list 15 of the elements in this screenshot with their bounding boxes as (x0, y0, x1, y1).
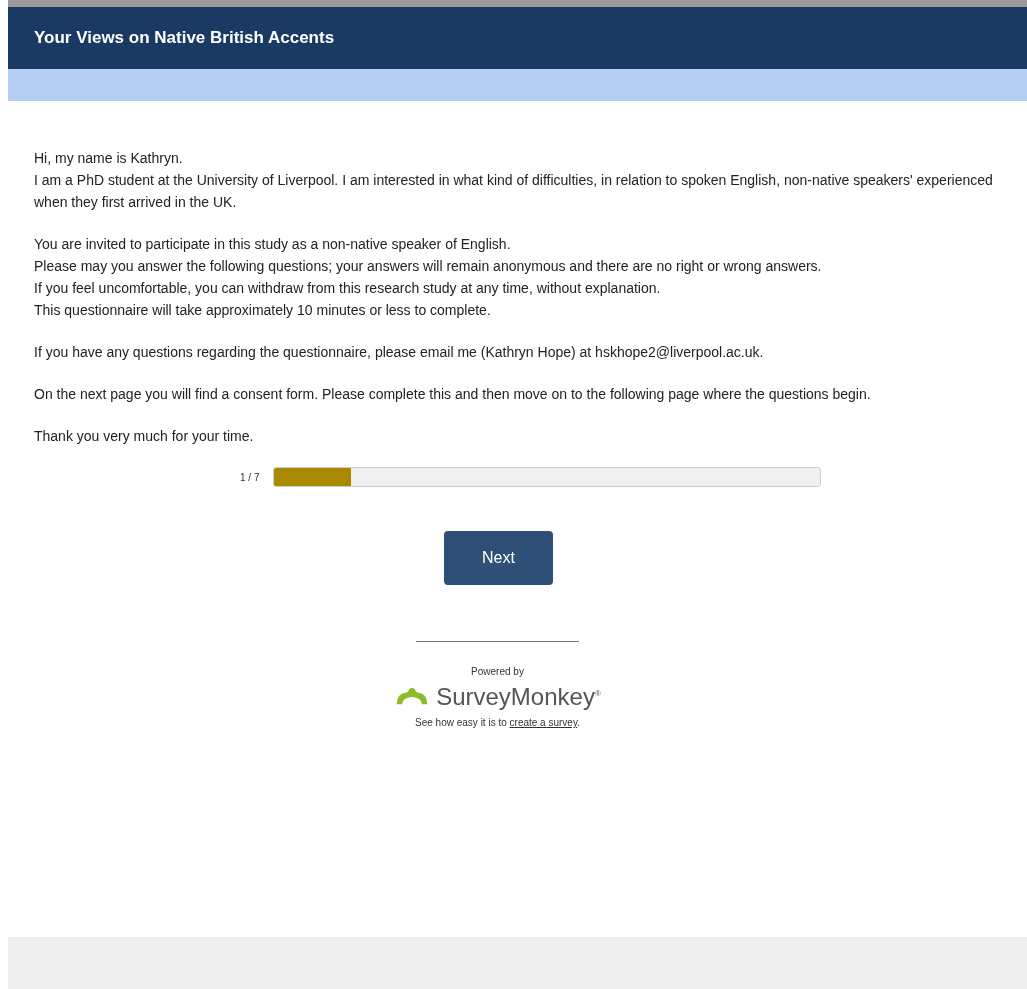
next-button[interactable]: Next (444, 531, 553, 585)
intro-text: If you feel uncomfortable, you can withdraw from this research study at any time, without explanation. (34, 279, 662, 298)
powered-by-text: Powered by (471, 666, 524, 677)
progress-label: 1 / 7 (240, 471, 260, 483)
intro-text: I am a PhD student at the University of Liverpool. I am interested in what kind of difficulties, in relation to spoken English, non-native speakers' experienced when they first arrived in the UK. (34, 171, 994, 212)
intro-text: This questionnaire will take approximately 10 minutes or less to complete. (34, 301, 492, 320)
brand-name: SurveyMonkey$^{®}$ (436, 683, 601, 711)
survey-title: Your Views on Native British Accents (34, 28, 335, 48)
intro-text: You are invited to participate in this study as a non-native speaker of English. (34, 235, 512, 254)
intro-text: On the next page you will find a consent form. Please complete this and then move on to the following page where the questions begin. (34, 385, 872, 404)
intro-text: Thank you very much for your time. (34, 427, 255, 446)
intro-text: If you have any questions regarding the questionnaire, please email me (Kathryn Hope) at hskhope2@liverpool.ac.uk. (34, 343, 765, 362)
intro-text: Hi, my name is Kathryn. (34, 149, 184, 168)
tagline-text: See how easy it is to create a survey. (415, 717, 580, 728)
intro-text: Please may you answer the following questions; your answers will remain anonymous and there are no right or wrong answers. (34, 257, 823, 276)
